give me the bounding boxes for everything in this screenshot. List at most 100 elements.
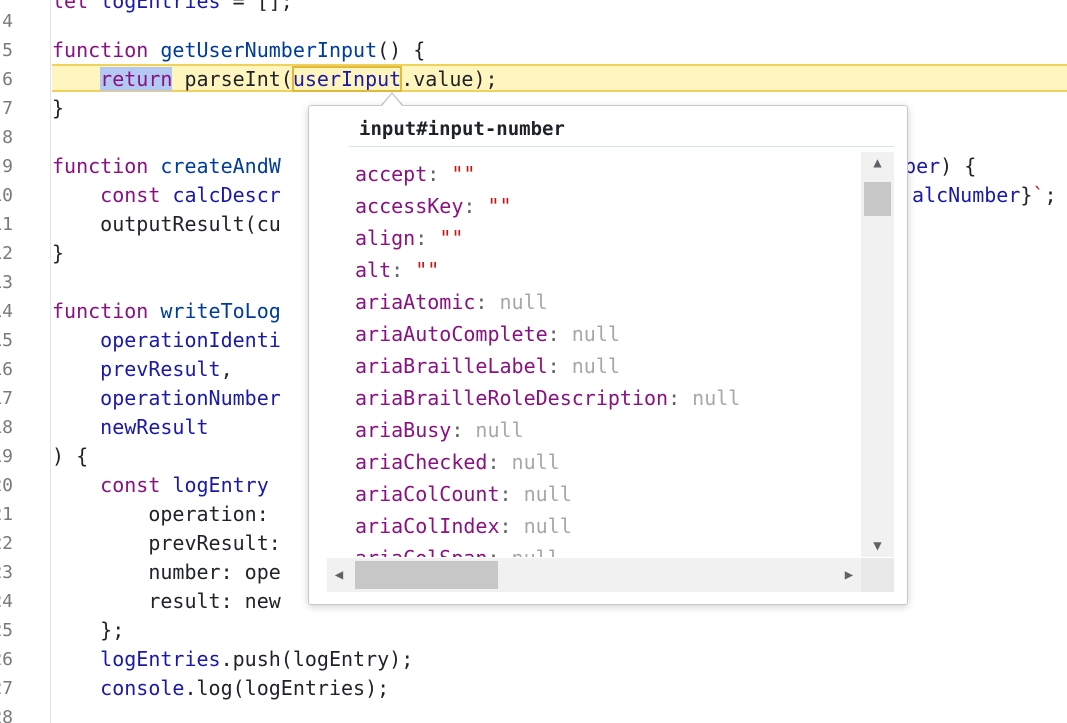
property-value: "" [487,194,512,218]
property-row[interactable]: ariaColSpan: null [355,542,560,557]
code-line-10-tail: alcNumber}`; [912,183,1057,207]
property-value: null [692,386,741,410]
code-line-5: function getUserNumberInput() { [52,38,426,62]
line-number: 13 [0,272,13,293]
property-name: accept [355,162,428,186]
code-line-6: return parseInt(userInput.value); [100,66,498,92]
vertical-scrollbar[interactable]: ▲ ▼ [861,152,894,557]
property-row[interactable]: accessKey: "" [355,190,512,222]
code-line-25: }; [100,618,125,642]
property-colon: : [391,258,416,282]
property-value: "" [451,162,476,186]
line-number: 15 [0,330,13,351]
line-number: 21 [0,504,13,525]
property-name: ariaAtomic [355,290,476,314]
line-number: 11 [0,214,13,235]
property-row[interactable]: ariaAutoComplete: null [355,318,620,350]
code-line-3: let logEntries = []; [52,0,293,13]
line-number-gutter: 4 5 6 7 8 9 10 11 12 13 14 15 16 17 18 19 20 21 22 23 24 25 26… [0,0,51,723]
property-colon: : [547,354,572,378]
property-colon: : [475,290,500,314]
popover-title: input#input-number [359,118,565,140]
property-row[interactable]: ariaBrailleLabel: null [355,350,620,382]
property-value: null [571,354,620,378]
line-number: 12 [0,243,13,264]
popover-arrow-fill [382,94,402,106]
property-name: ariaColCount [355,482,500,506]
property-value: null [571,322,620,346]
property-row[interactable]: ariaColCount: null [355,478,572,510]
line-number: 19 [0,446,13,467]
popover-divider [349,146,894,147]
property-colon: : [547,322,572,346]
line-number: 25 [0,620,13,641]
line-number: 6 [2,69,13,90]
property-name: ariaColSpan [355,546,487,557]
property-row[interactable]: ariaBrailleRoleDescription: null [355,382,740,414]
line-number: 10 [0,185,13,206]
property-name: accessKey [355,194,464,218]
line-number: 17 [0,388,13,409]
line-number: 8 [2,127,13,148]
property-row[interactable]: align: "" [355,222,463,254]
property-row[interactable]: ariaColIndex: null [355,510,572,542]
property-value: null [511,450,560,474]
scroll-up-arrow-icon[interactable]: ▲ [861,152,894,174]
line-number: 16 [0,359,13,380]
line-number: 27 [0,678,13,699]
property-colon: : [487,546,511,557]
property-colon: : [668,386,693,410]
property-name: ariaBrailleLabel [355,354,548,378]
scroll-right-arrow-icon[interactable]: ▶ [837,558,861,592]
property-value: null [512,546,560,557]
property-colon: : [499,482,524,506]
line-number: 7 [2,98,13,119]
line-number: 22 [0,533,13,554]
line-number: 23 [0,562,13,583]
line-number: 18 [0,417,13,438]
property-list[interactable]: accept: "" accessKey: "" align: "" alt: "" a… [309,152,861,557]
property-row[interactable]: ariaChecked: null [355,446,560,478]
scroll-left-arrow-icon[interactable]: ◀ [327,558,351,592]
object-preview-popover[interactable]: input#input-number accept: "" accessKey: … [308,105,908,605]
property-value: null [523,514,572,538]
property-value: "" [415,258,440,282]
property-value: null [523,482,572,506]
property-row[interactable]: accept: "" [355,158,475,190]
property-colon: : [415,226,440,250]
property-name: ariaAutoComplete [355,322,548,346]
hovered-identifier-userInput[interactable]: userInput [291,66,403,92]
code-line-26: logEntries.push(logEntry); [100,647,414,671]
selected-return-keyword: return [100,67,173,91]
property-name: align [355,226,416,250]
property-colon: : [463,194,488,218]
scrollbar-corner [861,558,894,592]
line-number: 5 [2,40,13,61]
property-name: ariaBrailleRoleDescription [355,386,669,410]
property-name: ariaColIndex [355,514,500,538]
property-colon: : [487,450,512,474]
vertical-scroll-thumb[interactable] [864,182,891,216]
property-colon: : [451,418,476,442]
property-row[interactable]: ariaBusy: null [355,414,524,446]
line-number: 9 [2,156,13,177]
property-name: alt [355,258,392,282]
property-row[interactable]: ariaAtomic: null [355,286,548,318]
property-name: ariaChecked [355,450,488,474]
code-line-9-tail: mber) { [892,154,977,178]
horizontal-scroll-thumb[interactable] [355,561,498,589]
property-row[interactable]: alt: "" [355,254,439,286]
horizontal-scrollbar[interactable]: ◀ ▶ [327,558,861,592]
property-name: ariaBusy [355,418,452,442]
property-value: null [499,290,548,314]
line-number: 14 [0,301,13,322]
code-line-27: console.log(logEntries); [100,676,390,700]
scroll-down-arrow-icon[interactable]: ▼ [861,535,894,557]
property-colon: : [427,162,452,186]
property-colon: : [499,514,524,538]
line-number: 24 [0,591,13,612]
line-number: 20 [0,475,13,496]
line-number: 26 [0,649,13,670]
line-number: 4 [2,11,13,32]
property-value: null [475,418,524,442]
